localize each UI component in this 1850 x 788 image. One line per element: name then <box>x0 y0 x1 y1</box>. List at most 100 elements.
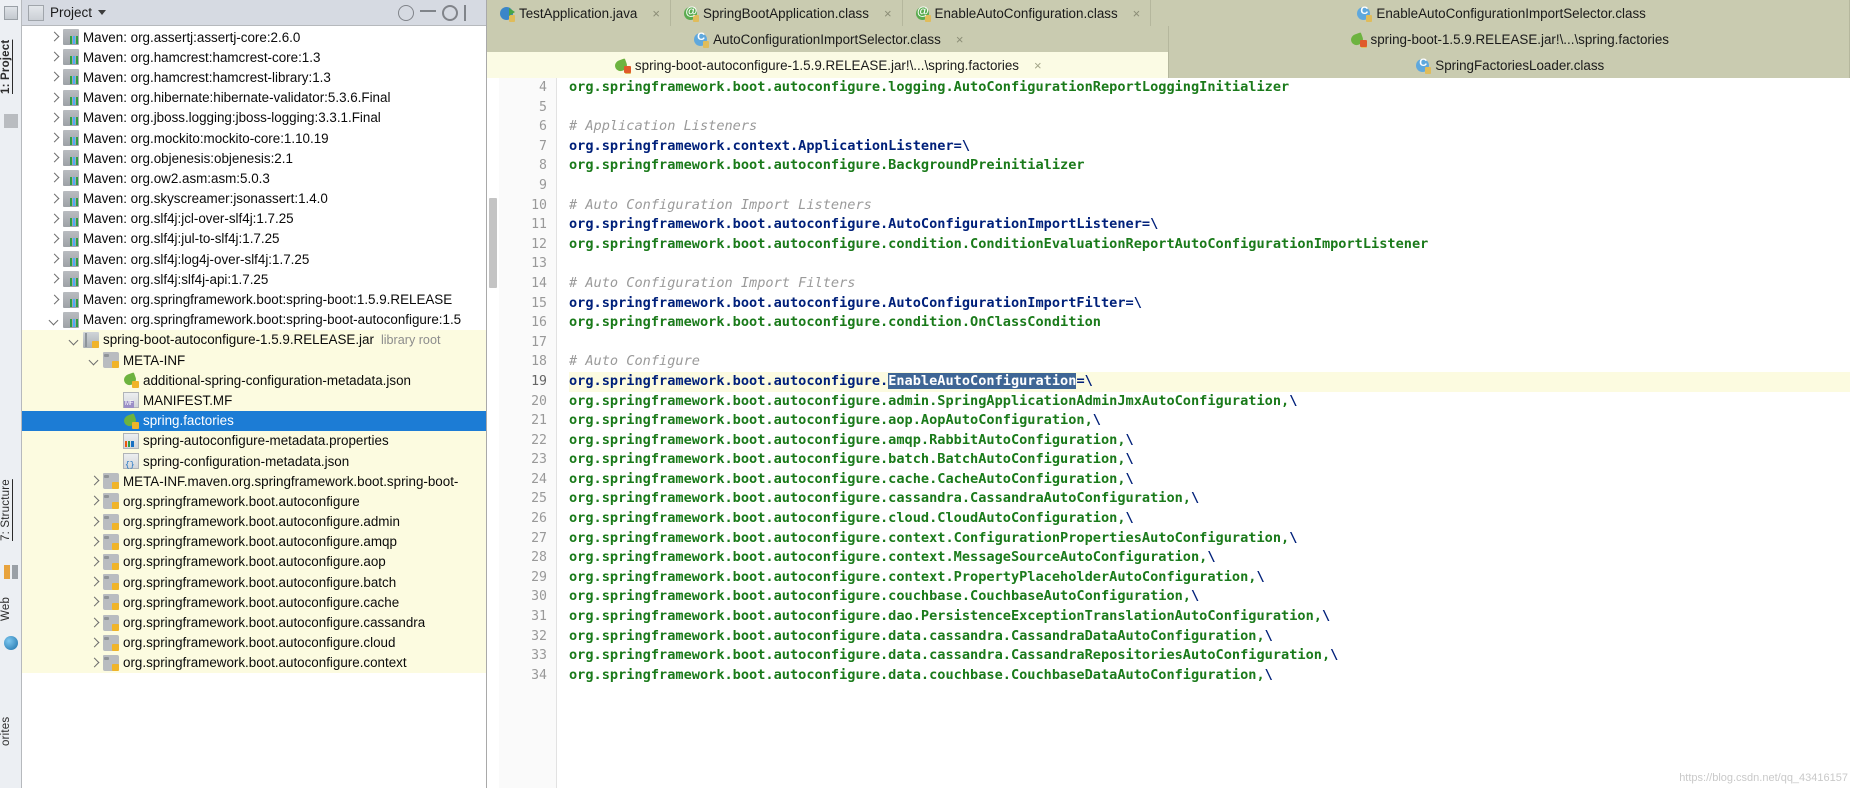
code-line[interactable]: org.springframework.boot.autoconfigure.B… <box>569 156 1850 176</box>
chevron-down-icon[interactable] <box>98 10 107 15</box>
chevron-right-icon[interactable] <box>88 515 101 528</box>
close-icon[interactable]: × <box>956 33 964 46</box>
code-line[interactable]: org.springframework.boot.autoconfigure.c… <box>569 509 1850 529</box>
chevron-right-icon[interactable] <box>48 152 61 165</box>
tree-row[interactable]: org.springframework.boot.autoconfigure.a… <box>22 511 486 532</box>
tree-row[interactable]: Maven: org.objenesis:objenesis:2.1 <box>22 148 486 168</box>
code-line[interactable] <box>569 254 1850 274</box>
tree-row[interactable]: org.springframework.boot.autoconfigure.c… <box>22 632 486 653</box>
code-line[interactable]: org.springframework.boot.autoconfigure.l… <box>569 78 1850 98</box>
tree-row[interactable]: Maven: org.ow2.asm:asm:5.0.3 <box>22 168 486 188</box>
code-line[interactable] <box>569 98 1850 118</box>
tree-row[interactable]: spring-boot-autoconfigure-1.5.9.RELEASE.… <box>22 329 486 350</box>
tree-row[interactable]: org.springframework.boot.autoconfigure.c… <box>22 652 486 673</box>
tree-row[interactable]: Maven: org.assertj:assertj-core:2.6.0 <box>22 27 486 47</box>
code-line[interactable]: # Application Listeners <box>569 117 1850 137</box>
code-viewport[interactable]: 4 5 6 7 8 9 10 11 12 13 14 15 16 17 18 19 20 21 22 23 24 25 26… <box>487 78 1850 788</box>
code-line[interactable]: # Auto Configure <box>569 352 1850 372</box>
tree-row[interactable]: META-INF <box>22 350 486 371</box>
project-tree[interactable]: Maven: org.assertj:assertj-core:2.6.0 Mav… <box>22 26 486 788</box>
code-line[interactable]: org.springframework.boot.autoconfigure.a… <box>569 431 1850 451</box>
code-line[interactable]: # Auto Configuration Import Listeners <box>569 196 1850 216</box>
tree-row[interactable]: Maven: org.slf4j:log4j-over-slf4j:1.7.25 <box>22 249 486 269</box>
tree-row[interactable]: Maven: org.slf4j:jcl-over-slf4j:1.7.25 <box>22 209 486 229</box>
code-line[interactable]: org.springframework.boot.autoconfigure.d… <box>569 646 1850 666</box>
chevron-right-icon[interactable] <box>48 273 61 286</box>
code-line[interactable]: org.springframework.boot.autoconfigure.a… <box>569 392 1850 412</box>
code-line[interactable]: org.springframework.boot.autoconfigure.c… <box>569 529 1850 549</box>
chevron-right-icon[interactable] <box>48 71 61 84</box>
tree-row[interactable]: spring.factories <box>22 410 486 431</box>
code-line[interactable]: org.springframework.boot.autoconfigure.d… <box>569 627 1850 647</box>
tree-row[interactable]: org.springframework.boot.autoconfigure.b… <box>22 572 486 593</box>
tree-row[interactable]: org.springframework.boot.autoconfigure <box>22 491 486 512</box>
code-line[interactable]: org.springframework.boot.autoconfigure.E… <box>569 371 1850 392</box>
chevron-right-icon[interactable] <box>48 31 61 44</box>
tool-window-button-favorites[interactable]: orites <box>0 700 22 762</box>
tree-row[interactable]: Maven: org.jboss.logging:jboss-logging:3… <box>22 108 486 128</box>
code-line[interactable]: org.springframework.boot.autoconfigure.A… <box>569 294 1850 314</box>
chevron-right-icon[interactable] <box>48 192 61 205</box>
chevron-right-icon[interactable] <box>88 596 101 609</box>
tree-row[interactable]: Maven: org.slf4j:slf4j-api:1.7.25 <box>22 269 486 289</box>
code-line[interactable]: org.springframework.boot.autoconfigure.b… <box>569 450 1850 470</box>
code-line[interactable]: org.springframework.boot.autoconfigure.c… <box>569 313 1850 333</box>
chevron-right-icon[interactable] <box>88 475 101 488</box>
settings-gear-icon[interactable] <box>442 4 458 21</box>
chevron-right-icon[interactable] <box>88 656 101 669</box>
chevron-down-icon[interactable] <box>88 354 101 367</box>
tree-row[interactable]: Maven: org.hamcrest:hamcrest-library:1.3 <box>22 67 486 87</box>
chevron-right-icon[interactable] <box>48 51 61 64</box>
chevron-right-icon[interactable] <box>48 111 61 124</box>
tool-window-button-project[interactable]: 1: Project <box>0 24 22 110</box>
expand-collapse-icon[interactable] <box>420 4 436 21</box>
chevron-right-icon[interactable] <box>48 232 61 245</box>
code-text[interactable]: org.springframework.boot.autoconfigure.l… <box>557 78 1850 788</box>
code-line[interactable]: org.springframework.boot.autoconfigure.d… <box>569 666 1850 686</box>
close-icon[interactable]: × <box>652 7 660 20</box>
editor-tab[interactable]: SpringBootApplication.class × <box>670 0 903 26</box>
editor-tab[interactable]: spring-boot-1.5.9.RELEASE.jar!\...\sprin… <box>1168 26 1850 52</box>
chevron-right-icon[interactable] <box>48 132 61 145</box>
chevron-right-icon[interactable] <box>88 636 101 649</box>
chevron-down-icon[interactable] <box>68 333 81 346</box>
code-line[interactable]: org.springframework.boot.autoconfigure.c… <box>569 470 1850 490</box>
close-icon[interactable]: × <box>1133 7 1141 20</box>
code-line[interactable] <box>569 333 1850 353</box>
editor-tab[interactable]: spring-boot-autoconfigure-1.5.9.RELEASE.… <box>487 52 1169 78</box>
tree-row[interactable]: Maven: org.hibernate:hibernate-validator… <box>22 88 486 108</box>
tree-row[interactable]: Maven: org.mockito:mockito-core:1.10.19 <box>22 128 486 148</box>
chevron-right-icon[interactable] <box>48 172 61 185</box>
tree-row[interactable]: META-INF.maven.org.springframework.boot.… <box>22 471 486 492</box>
tree-row[interactable]: Maven: org.springframework.boot:spring-b… <box>22 289 486 309</box>
editor-tab[interactable]: TestApplication.java × <box>487 0 671 26</box>
tree-row[interactable]: additional-spring-configuration-metadata… <box>22 370 486 391</box>
code-line[interactable]: org.springframework.boot.autoconfigure.a… <box>569 411 1850 431</box>
close-icon[interactable]: × <box>884 7 892 20</box>
tree-row[interactable]: Maven: org.springframework.boot:spring-b… <box>22 310 486 330</box>
code-line[interactable]: org.springframework.boot.autoconfigure.c… <box>569 587 1850 607</box>
code-line[interactable] <box>569 176 1850 196</box>
editor-tab[interactable]: EnableAutoConfiguration.class × <box>902 0 1152 26</box>
code-line[interactable]: org.springframework.boot.autoconfigure.c… <box>569 548 1850 568</box>
code-line[interactable]: org.springframework.boot.autoconfigure.d… <box>569 607 1850 627</box>
tree-row[interactable]: org.springframework.boot.autoconfigure.a… <box>22 551 486 573</box>
project-tool-icon[interactable] <box>4 6 18 20</box>
tree-row[interactable]: spring-autoconfigure-metadata.properties <box>22 430 486 451</box>
chevron-right-icon[interactable] <box>88 576 101 589</box>
tree-row[interactable]: spring-configuration-metadata.json <box>22 450 486 472</box>
chevron-right-icon[interactable] <box>88 535 101 548</box>
editor-tab[interactable]: EnableAutoConfigurationImportSelector.cl… <box>1151 0 1850 26</box>
code-line[interactable]: org.springframework.boot.autoconfigure.c… <box>569 568 1850 588</box>
tool-window-button-structure[interactable]: 7: Structure <box>0 460 22 560</box>
chevron-right-icon[interactable] <box>88 555 101 568</box>
chevron-right-icon[interactable] <box>48 91 61 104</box>
chevron-right-icon[interactable] <box>48 212 61 225</box>
chevron-right-icon[interactable] <box>48 293 61 306</box>
locate-target-icon[interactable] <box>398 4 414 21</box>
tree-row[interactable]: org.springframework.boot.autoconfigure.a… <box>22 531 486 552</box>
code-line[interactable]: # Auto Configuration Import Filters <box>569 274 1850 294</box>
hide-panel-icon[interactable] <box>464 4 480 21</box>
code-line[interactable]: org.springframework.boot.autoconfigure.c… <box>569 235 1850 255</box>
close-icon[interactable]: × <box>1034 59 1042 72</box>
